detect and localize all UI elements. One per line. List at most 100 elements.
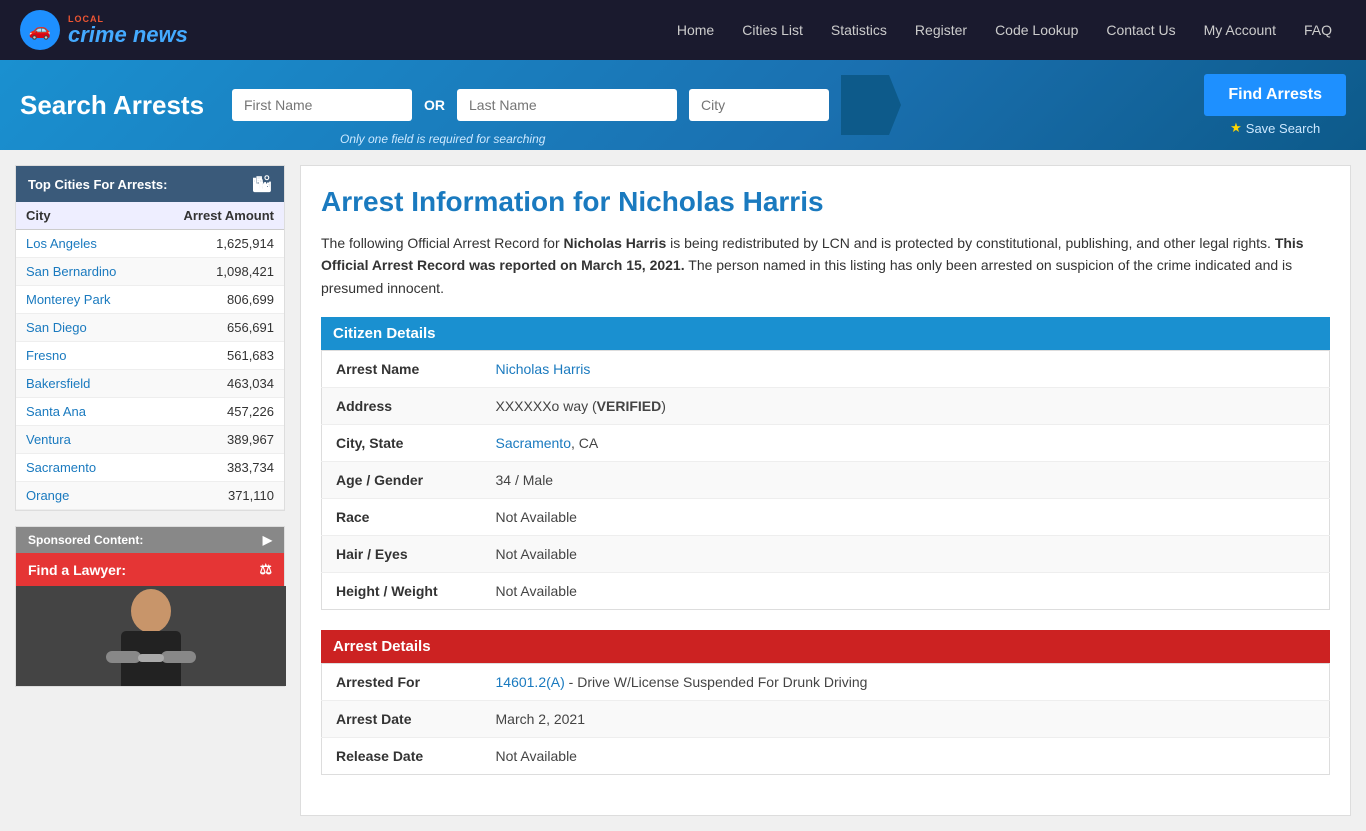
city-name-cell: Fresno [16,342,150,370]
city-name-cell: Orange [16,482,150,510]
cities-table: City Arrest Amount Los Angeles 1,625,914… [16,202,284,510]
arrest-name-value: Nicholas Harris [482,351,1330,388]
table-row: Address XXXXXXo way (VERIFIED) [322,388,1330,425]
play-icon: ▶ [263,533,272,547]
city-link[interactable]: Orange [26,488,69,503]
arrest-date-value: March 2, 2021 [482,701,1330,738]
search-bar: Search Arrests OR Only one field is requ… [0,60,1366,150]
sidebar: Top Cities For Arrests: 🏙 City Arrest Am… [15,165,285,816]
sponsored-label: Sponsored Content: [28,533,143,547]
lawyer-illustration [16,586,286,686]
last-name-input[interactable] [457,89,677,121]
nav-statistics[interactable]: Statistics [817,0,901,60]
list-item: Santa Ana 457,226 [16,398,284,426]
arrested-for-value: 14601.2(A) - Drive W/License Suspended F… [482,664,1330,701]
col-city: City [16,202,150,230]
nav-cities-list[interactable]: Cities List [728,0,817,60]
nav-links: Home Cities List Statistics Register Cod… [663,0,1346,60]
table-row: City, State Sacramento, CA [322,425,1330,462]
release-date-value: Not Available [482,738,1330,775]
citizen-details-table: Arrest Name Nicholas Harris Address XXXX… [321,350,1330,610]
arrest-amount-cell: 457,226 [150,398,284,426]
table-row: Race Not Available [322,499,1330,536]
arrest-amount-cell: 1,098,421 [150,258,284,286]
logo-icon: 🚗 [20,10,60,50]
arrest-name-link[interactable]: Nicholas Harris [496,361,591,377]
height-weight-value: Not Available [482,573,1330,610]
hair-eyes-label: Hair / Eyes [322,536,482,573]
arrest-amount-cell: 389,967 [150,426,284,454]
sponsored-header: Sponsored Content: ▶ [16,527,284,553]
list-item: Sacramento 383,734 [16,454,284,482]
city-link[interactable]: San Diego [26,320,87,335]
arrest-amount-cell: 371,110 [150,482,284,510]
list-item: Bakersfield 463,034 [16,370,284,398]
list-item: Los Angeles 1,625,914 [16,230,284,258]
table-row: Arrest Date March 2, 2021 [322,701,1330,738]
arrest-details-table: Arrested For 14601.2(A) - Drive W/Licens… [321,663,1330,775]
nav-register[interactable]: Register [901,0,981,60]
city-link[interactable]: Monterey Park [26,292,111,307]
release-date-label: Release Date [322,738,482,775]
top-cities-header: Top Cities For Arrests: 🏙 [16,166,284,202]
main-content: Top Cities For Arrests: 🏙 City Arrest Am… [0,150,1366,831]
arrest-amount-cell: 1,625,914 [150,230,284,258]
save-search-button[interactable]: Save Search [1230,120,1320,136]
city-state-value: Sacramento, CA [482,425,1330,462]
table-row: Age / Gender 34 / Male [322,462,1330,499]
arrest-date-label: Arrest Date [322,701,482,738]
hair-eyes-value: Not Available [482,536,1330,573]
nav-home[interactable]: Home [663,0,728,60]
arrested-for-label: Arrested For [322,664,482,701]
navigation: 🚗 LOCAL crime news Home Cities List Stat… [0,0,1366,60]
age-gender-value: 34 / Male [482,462,1330,499]
nav-faq[interactable]: FAQ [1290,0,1346,60]
top-cities-section: Top Cities For Arrests: 🏙 City Arrest Am… [15,165,285,511]
find-arrests-button[interactable]: Find Arrests [1204,74,1346,116]
city-name-cell: San Diego [16,314,150,342]
city-link[interactable]: Santa Ana [26,404,86,419]
search-arrow-decoration [841,75,901,135]
arrest-code-link[interactable]: 14601.2(A) [496,674,565,690]
table-row: Release Date Not Available [322,738,1330,775]
arrested-description: - Drive W/License Suspended For Drunk Dr… [565,674,868,690]
subject-name: Nicholas Harris [564,235,667,251]
arrest-amount-cell: 383,734 [150,454,284,482]
article-intro: The following Official Arrest Record for… [321,232,1330,299]
address-label: Address [322,388,482,425]
list-item: Fresno 561,683 [16,342,284,370]
list-item: Monterey Park 806,699 [16,286,284,314]
arrest-amount-cell: 463,034 [150,370,284,398]
lawyer-image [16,586,286,686]
city-link[interactable]: Sacramento [496,435,571,451]
article-title: Arrest Information for Nicholas Harris [321,186,1330,218]
find-lawyer-box: Find a Lawyer: ⚖ [16,553,284,586]
nav-my-account[interactable]: My Account [1190,0,1290,60]
address-value: XXXXXXo way (VERIFIED) [482,388,1330,425]
article: Arrest Information for Nicholas Harris T… [300,165,1351,816]
table-row: Hair / Eyes Not Available [322,536,1330,573]
list-item: Ventura 389,967 [16,426,284,454]
city-name-cell: Santa Ana [16,398,150,426]
logo-name: crime news [68,24,188,46]
nav-contact-us[interactable]: Contact Us [1092,0,1189,60]
first-name-input[interactable] [232,89,412,121]
city-link[interactable]: Sacramento [26,460,96,475]
city-link[interactable]: Fresno [26,348,66,363]
city-link[interactable]: Ventura [26,432,71,447]
sponsored-section: Sponsored Content: ▶ Find a Lawyer: ⚖ [15,526,285,687]
age-gender-label: Age / Gender [322,462,482,499]
race-label: Race [322,499,482,536]
city-input[interactable] [689,89,829,121]
intro-part2: is being redistributed by LCN and is pro… [666,235,1275,251]
top-cities-label: Top Cities For Arrests: [28,177,167,192]
city-link[interactable]: San Bernardino [26,264,116,279]
table-row: Arrest Name Nicholas Harris [322,351,1330,388]
list-item: Orange 371,110 [16,482,284,510]
nav-code-lookup[interactable]: Code Lookup [981,0,1092,60]
city-link[interactable]: Bakersfield [26,376,90,391]
logo[interactable]: 🚗 LOCAL crime news [20,10,188,50]
city-name-cell: Los Angeles [16,230,150,258]
city-link[interactable]: Los Angeles [26,236,97,251]
list-item: San Bernardino 1,098,421 [16,258,284,286]
